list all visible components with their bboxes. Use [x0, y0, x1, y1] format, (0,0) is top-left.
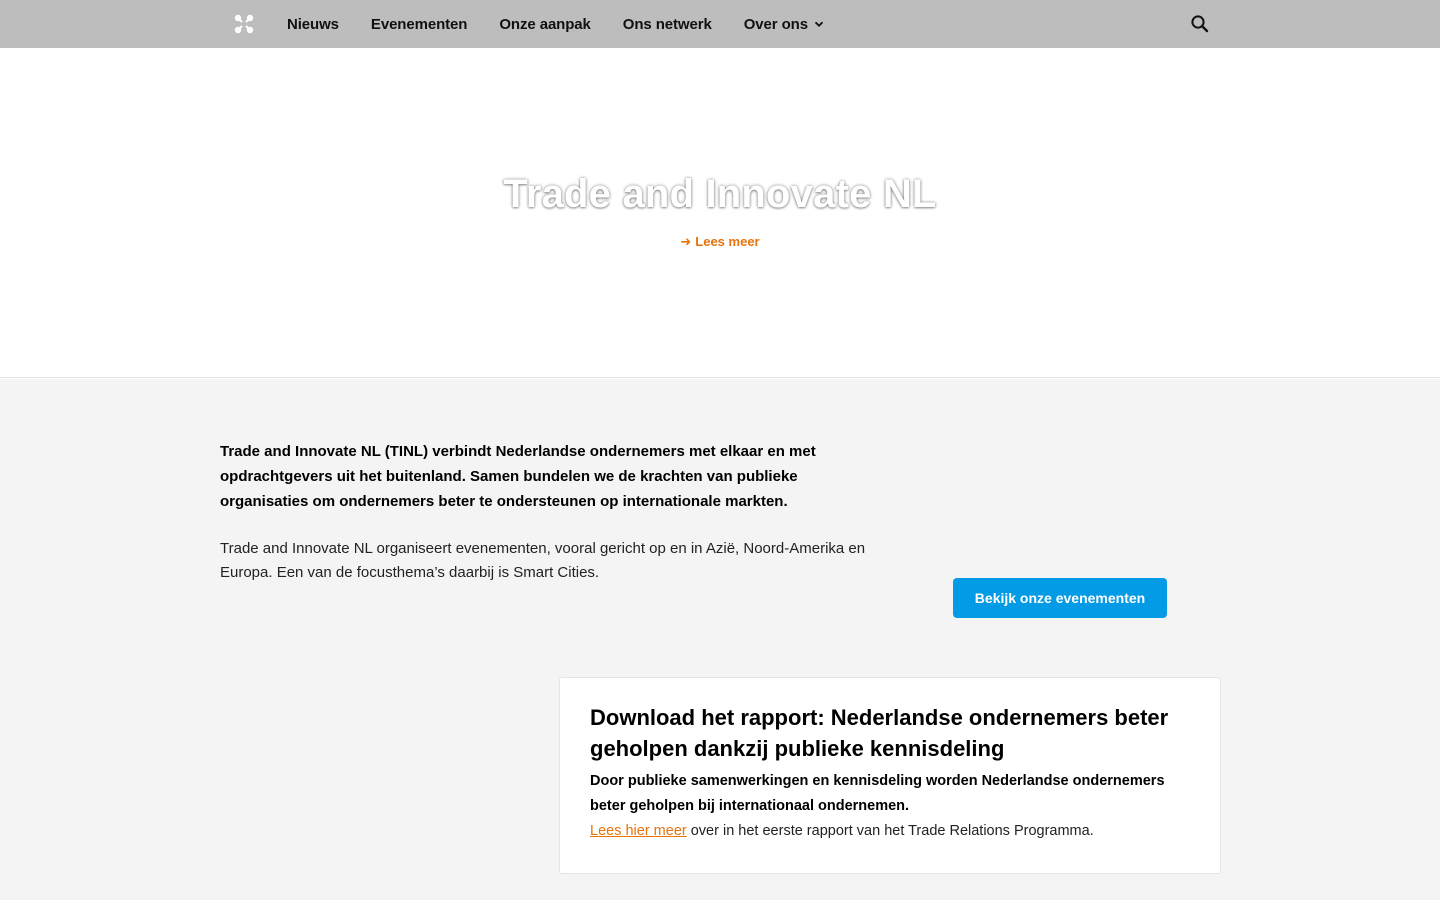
hero-banner: Trade and Innovate NL ➜ Lees meer — [0, 48, 1440, 378]
logo-icon[interactable] — [233, 13, 255, 35]
intro-lead-text: Trade and Innovate NL (TINL) verbindt Ne… — [220, 443, 816, 510]
nav-label: Evenementen — [370, 15, 468, 33]
read-more-link[interactable]: Lees hier meer — [590, 823, 687, 839]
nav-item-onze-aanpak[interactable]: Onze aanpak — [499, 15, 591, 33]
nav-label: Nieuws — [287, 15, 339, 33]
chevron-down-icon — [814, 21, 824, 27]
arrow-right-icon: ➜ — [680, 234, 692, 249]
nav-item-over-ons[interactable]: Over ons — [744, 16, 824, 33]
search-icon[interactable] — [1189, 13, 1211, 35]
hero-read-more-link[interactable]: ➜ Lees meer — [0, 234, 1440, 250]
nav-item-nieuws[interactable]: Nieuws — [287, 16, 339, 33]
top-navigation-bar: Nieuws Evenementen Onze aanpak Ons netwe… — [0, 0, 1440, 48]
nav-item-evenementen[interactable]: Evenementen — [370, 15, 468, 33]
intro-body-text: Trade and Innovate NL organiseert evenem… — [220, 540, 866, 581]
report-card-body: Lees hier meer over in het eerste rappor… — [590, 819, 1210, 844]
report-card-title: Download het rapport: Nederlandse ondern… — [590, 705, 1169, 761]
nav-label: Ons netwerk — [622, 15, 712, 33]
nav-item-ons-netwerk[interactable]: Ons netwerk — [623, 16, 712, 33]
report-card: Download het rapport: Nederlandse ondern… — [559, 677, 1221, 874]
hero-link-label: Lees meer — [695, 234, 760, 249]
nav-label: Onze aanpak — [499, 15, 591, 33]
intro-section: Trade and Innovate NL (TINL) verbindt Ne… — [0, 379, 1440, 900]
main-nav: Nieuws Evenementen Onze aanpak Ons netwe… — [287, 0, 856, 48]
report-card-body-rest: over in het eerste rapport van het Trade… — [686, 823, 1094, 839]
view-events-button[interactable]: Bekijk onze evenementen — [953, 578, 1167, 618]
nav-label: Over ons — [743, 15, 808, 33]
hero-title: Trade and Innovate NL — [503, 172, 937, 216]
report-card-lead: Door publieke samenwerkingen en kennisde… — [590, 773, 1165, 814]
